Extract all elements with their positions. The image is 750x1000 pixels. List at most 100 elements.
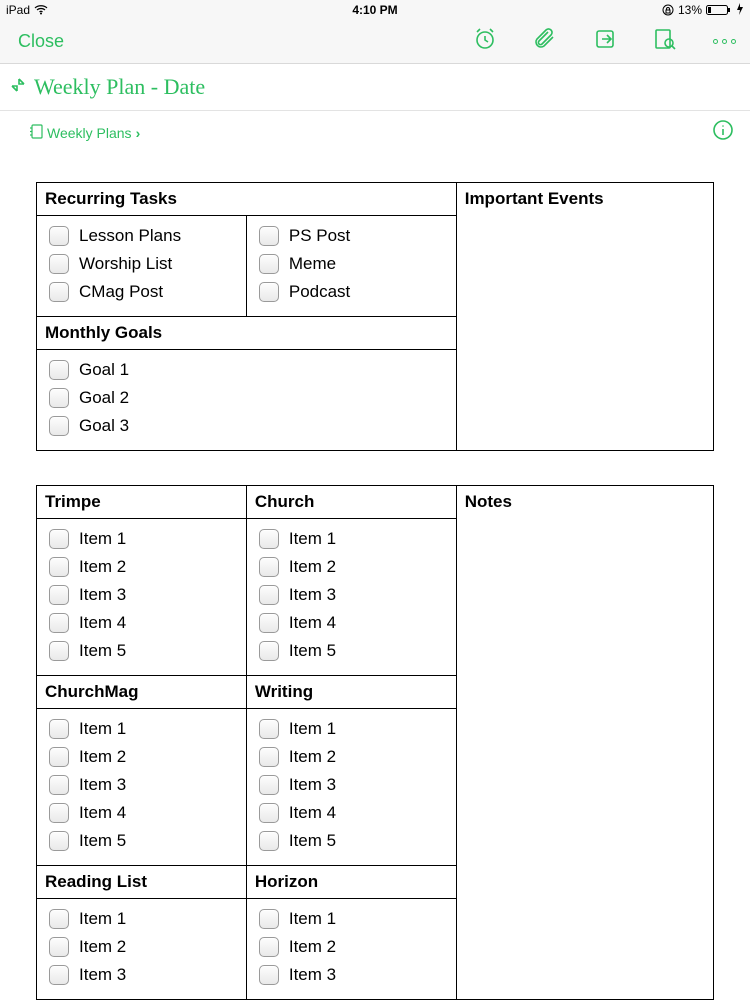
- section-cell: Item 1 Item 2 Item 3: [37, 899, 247, 1000]
- item-label: Item 1: [79, 529, 126, 549]
- item-label: Item 1: [79, 719, 126, 739]
- attachment-icon[interactable]: [533, 27, 557, 56]
- battery-percent: 13%: [678, 3, 702, 17]
- item-label: Item 3: [79, 775, 126, 795]
- checkbox[interactable]: [259, 775, 279, 795]
- checkbox[interactable]: [259, 747, 279, 767]
- checkbox[interactable]: [49, 360, 69, 380]
- checkbox[interactable]: [259, 909, 279, 929]
- checkbox[interactable]: [49, 613, 69, 633]
- checkbox[interactable]: [259, 529, 279, 549]
- checkbox[interactable]: [259, 803, 279, 823]
- checkbox[interactable]: [49, 719, 69, 739]
- item-label: Item 1: [289, 909, 336, 929]
- item-label: Item 2: [79, 937, 126, 957]
- more-icon[interactable]: [713, 39, 736, 44]
- task-label: PS Post: [289, 226, 350, 246]
- checkbox[interactable]: [49, 937, 69, 957]
- item-label: Item 2: [289, 747, 336, 767]
- item-label: Item 4: [289, 613, 336, 633]
- item-label: Item 5: [79, 641, 126, 661]
- section-header: Writing: [246, 676, 456, 709]
- section-cell: Item 1 Item 2 Item 3 Item 4 Item 5: [37, 519, 247, 676]
- header-monthly: Monthly Goals: [37, 317, 457, 350]
- task-label: Meme: [289, 254, 336, 274]
- checkbox[interactable]: [259, 226, 279, 246]
- item-label: Item 5: [79, 831, 126, 851]
- checkbox[interactable]: [49, 909, 69, 929]
- collapse-icon[interactable]: [10, 77, 26, 98]
- checkbox[interactable]: [259, 719, 279, 739]
- item-label: Item 3: [289, 775, 336, 795]
- checkbox[interactable]: [259, 282, 279, 302]
- breadcrumb[interactable]: Weekly Plans ›: [30, 124, 140, 142]
- reminder-icon[interactable]: [473, 27, 497, 56]
- task-label: CMag Post: [79, 282, 163, 302]
- task-label: Lesson Plans: [79, 226, 181, 246]
- note-body[interactable]: Recurring Tasks Important Events Lesson …: [0, 154, 750, 1000]
- share-icon[interactable]: [593, 27, 617, 56]
- checkbox[interactable]: [49, 416, 69, 436]
- checkbox[interactable]: [259, 585, 279, 605]
- checkbox[interactable]: [49, 388, 69, 408]
- task-label: Worship List: [79, 254, 172, 274]
- checkbox[interactable]: [259, 613, 279, 633]
- checkbox[interactable]: [259, 831, 279, 851]
- section-cell: Item 1 Item 2 Item 3 Item 4 Item 5: [37, 709, 247, 866]
- checkbox[interactable]: [49, 747, 69, 767]
- info-icon[interactable]: [712, 119, 734, 146]
- checkbox[interactable]: [49, 254, 69, 274]
- item-label: Item 2: [289, 557, 336, 577]
- checkbox[interactable]: [259, 254, 279, 274]
- checkbox[interactable]: [49, 775, 69, 795]
- checkbox[interactable]: [259, 641, 279, 661]
- section-header: ChurchMag: [37, 676, 247, 709]
- checkbox[interactable]: [49, 803, 69, 823]
- checkbox[interactable]: [259, 937, 279, 957]
- item-label: Item 2: [79, 747, 126, 767]
- chevron-right-icon: ›: [136, 125, 141, 141]
- task-label: Podcast: [289, 282, 350, 302]
- item-label: Item 2: [79, 557, 126, 577]
- checkbox[interactable]: [259, 965, 279, 985]
- item-label: Item 1: [79, 909, 126, 929]
- item-label: Item 4: [79, 613, 126, 633]
- checkbox[interactable]: [49, 557, 69, 577]
- section-header: Horizon: [246, 866, 456, 899]
- item-label: Item 1: [289, 529, 336, 549]
- item-label: Item 5: [289, 831, 336, 851]
- table-bottom: TrimpeChurchNotesItem 1Item 2Item 3Item …: [36, 485, 714, 1000]
- item-label: Item 3: [79, 965, 126, 985]
- status-bar: iPad 4:10 PM 13%: [0, 0, 750, 20]
- goal-label: Goal 2: [79, 388, 129, 408]
- item-label: Item 3: [79, 585, 126, 605]
- item-label: Item 4: [289, 803, 336, 823]
- clock: 4:10 PM: [352, 3, 397, 17]
- cell-monthly: Goal 1 Goal 2 Goal 3: [37, 350, 457, 451]
- wifi-icon: [34, 5, 48, 15]
- checkbox[interactable]: [49, 641, 69, 661]
- item-label: Item 2: [289, 937, 336, 957]
- cell-recurring-a: Lesson Plans Worship List CMag Post: [37, 216, 247, 317]
- goal-label: Goal 1: [79, 360, 129, 380]
- goal-label: Goal 3: [79, 416, 129, 436]
- find-in-note-icon[interactable]: [653, 27, 677, 56]
- section-header: Church: [246, 486, 456, 519]
- close-button[interactable]: Close: [18, 31, 64, 52]
- section-header: Reading List: [37, 866, 247, 899]
- checkbox[interactable]: [49, 282, 69, 302]
- checkbox[interactable]: [49, 831, 69, 851]
- page-title[interactable]: Weekly Plan - Date: [34, 74, 205, 100]
- charging-icon: [736, 3, 744, 18]
- checkbox[interactable]: [49, 226, 69, 246]
- checkbox[interactable]: [259, 557, 279, 577]
- header-recurring: Recurring Tasks: [37, 183, 457, 216]
- orientation-lock-icon: [662, 4, 674, 16]
- checkbox[interactable]: [49, 529, 69, 549]
- section-cell: Item 1Item 2Item 3Item 4Item 5: [246, 519, 456, 676]
- checkbox[interactable]: [49, 585, 69, 605]
- table-top: Recurring Tasks Important Events Lesson …: [36, 182, 714, 451]
- title-row: Weekly Plan - Date: [0, 64, 750, 111]
- checkbox[interactable]: [49, 965, 69, 985]
- item-label: Item 4: [79, 803, 126, 823]
